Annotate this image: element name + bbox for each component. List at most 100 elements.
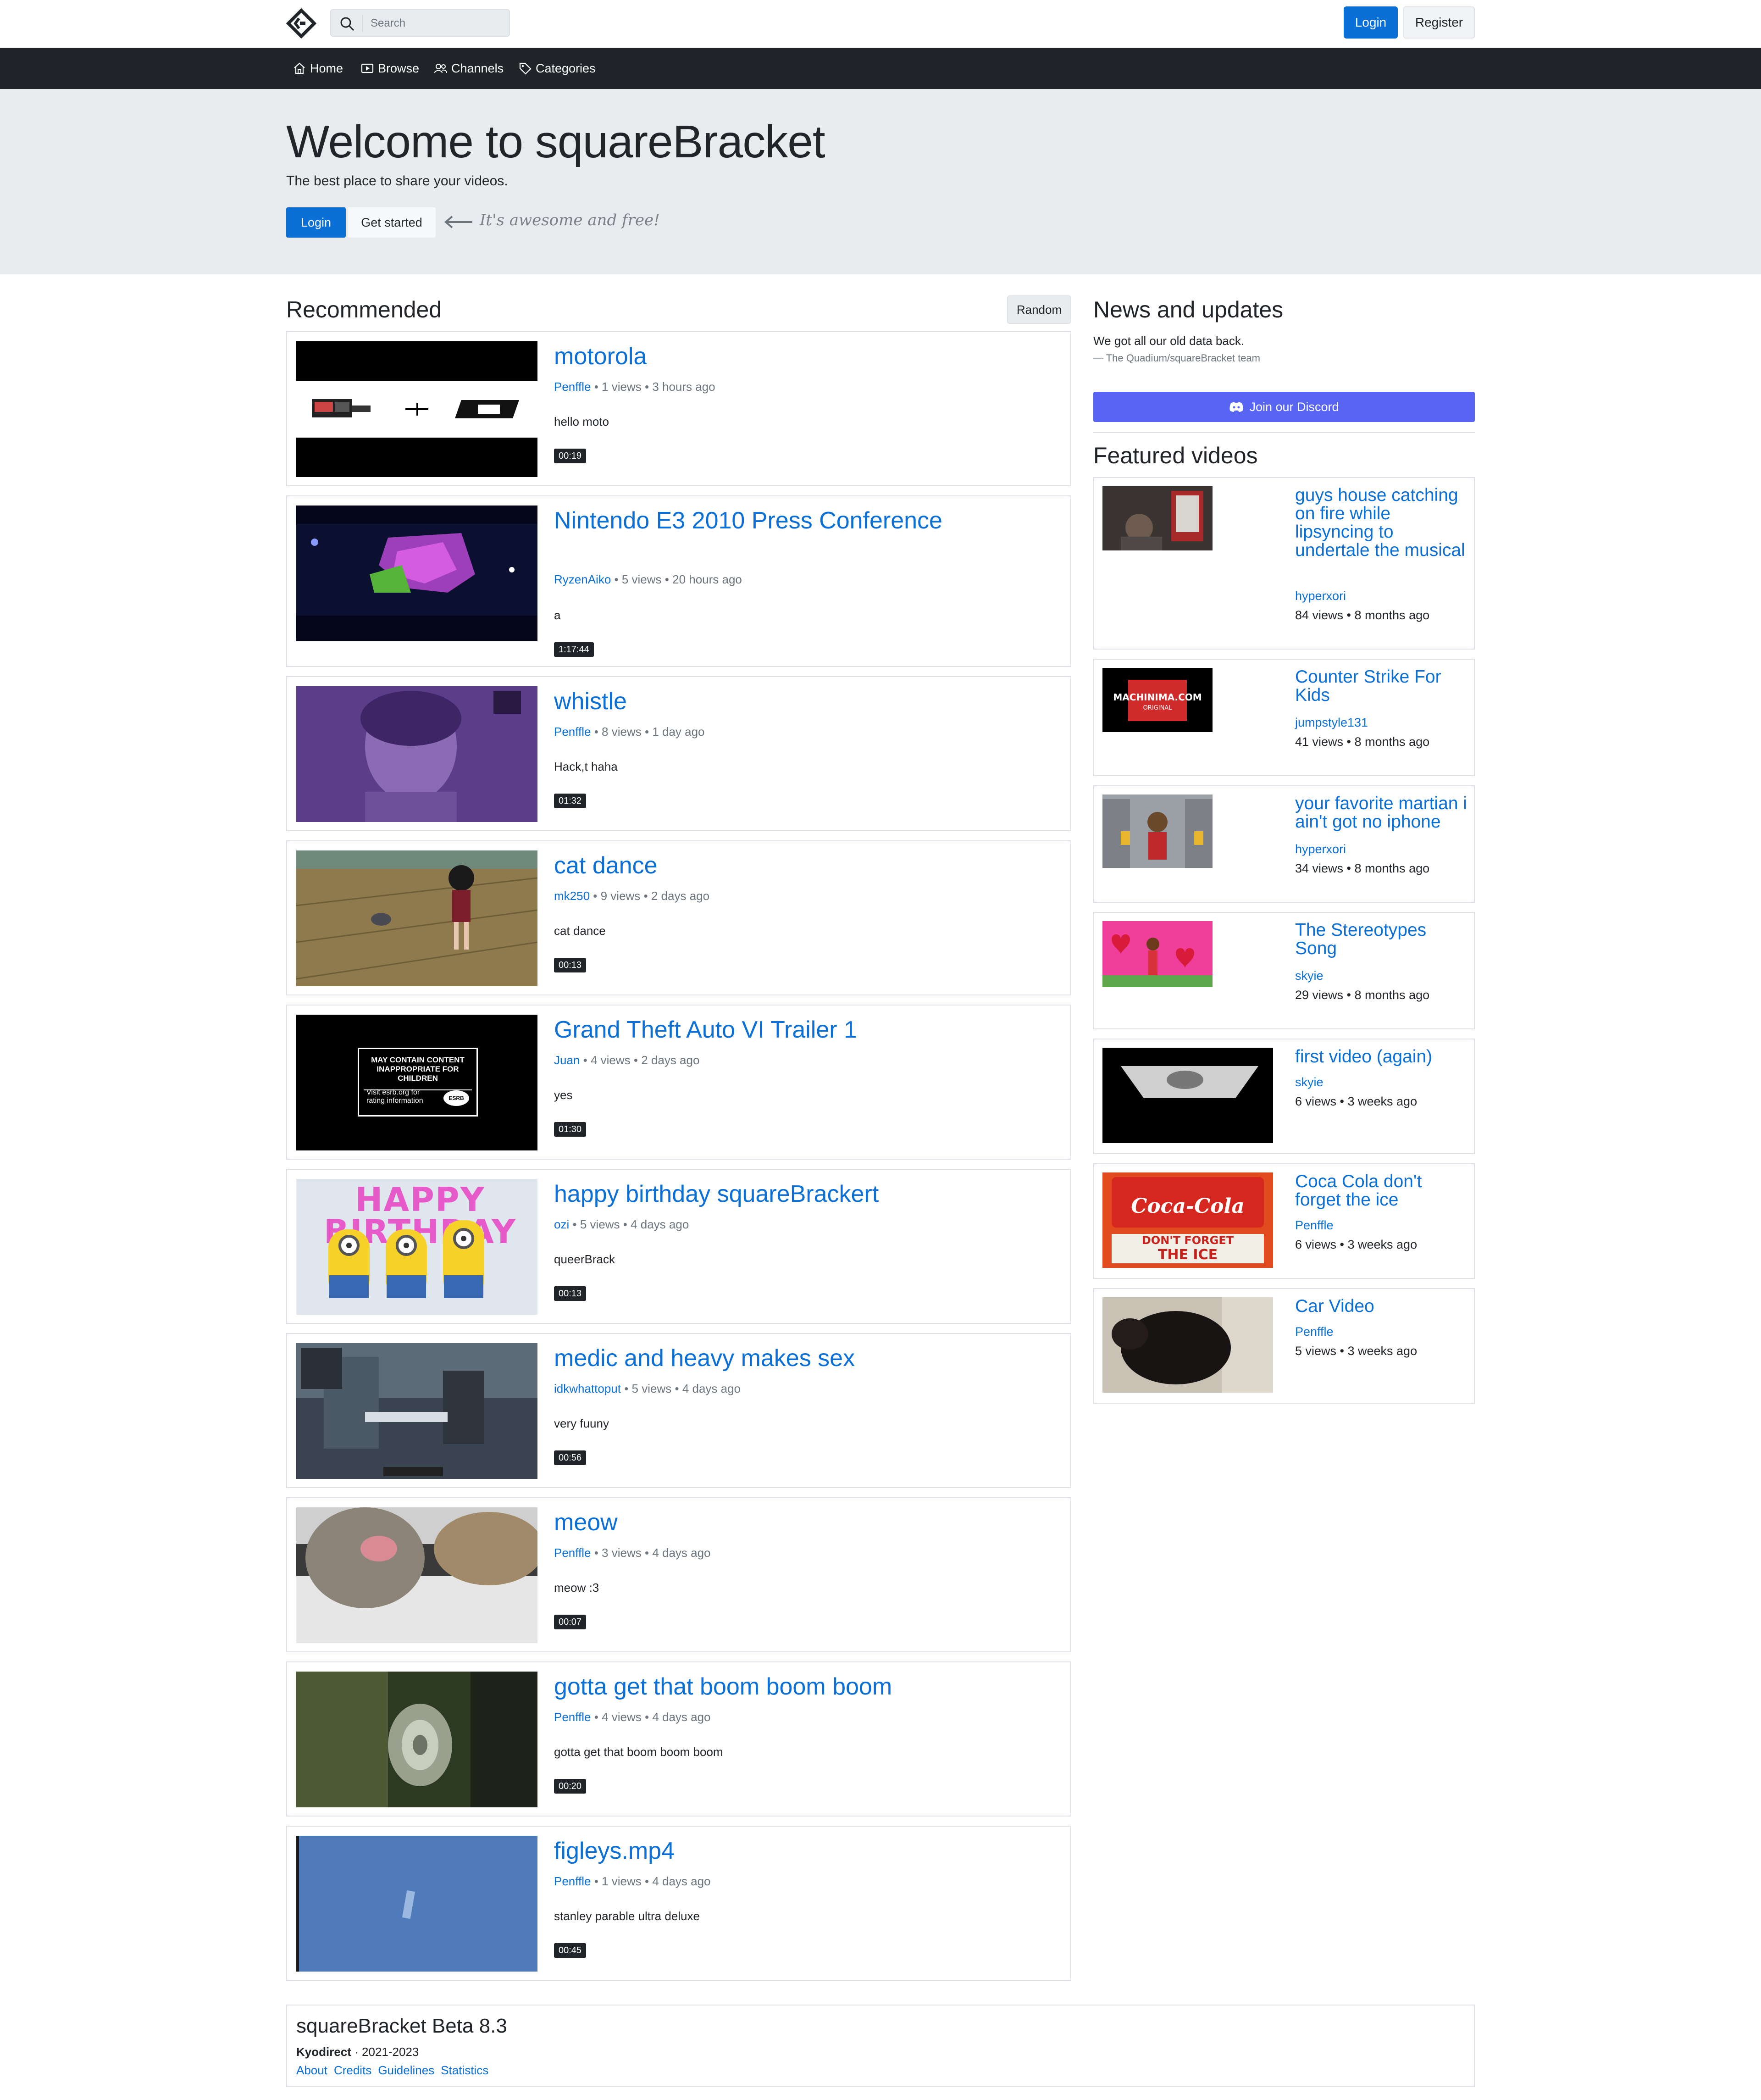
video-card[interactable]: motorola Penffle • 1 views • 3 hours ago… — [286, 331, 1071, 486]
video-author-link[interactable]: Penffle — [554, 1874, 591, 1888]
video-thumbnail[interactable] — [296, 1836, 537, 1972]
nav-browse[interactable]: Browse — [360, 48, 419, 89]
featured-thumbnail[interactable] — [1102, 1297, 1273, 1393]
video-card[interactable]: meow Penffle • 3 views • 4 days ago meow… — [286, 1497, 1071, 1652]
footer-link-statistics[interactable]: Statistics — [441, 2063, 488, 2078]
footer-link-guidelines[interactable]: Guidelines — [378, 2063, 434, 2078]
recommended-title: Recommended — [286, 297, 442, 322]
featured-author-link[interactable]: Penffle — [1295, 1218, 1334, 1233]
dont-forget-text: DON'T FORGET — [1141, 1234, 1234, 1247]
video-views: 4 views — [602, 1710, 642, 1724]
video-thumbnail[interactable] — [296, 1507, 537, 1643]
search-icon[interactable] — [339, 16, 355, 32]
video-card[interactable]: Nintendo E3 2010 Press Conference RyzenA… — [286, 495, 1071, 667]
footer-years: · 2021-2023 — [351, 2045, 419, 2059]
video-card[interactable]: whistle Penffle • 8 views • 1 day ago Ha… — [286, 676, 1071, 831]
video-thumbnail[interactable] — [296, 506, 537, 641]
video-author-link[interactable]: mk250 — [554, 889, 590, 903]
video-author-link[interactable]: Penffle — [554, 380, 591, 394]
featured-title-link[interactable]: The Stereotypes Song — [1295, 921, 1469, 958]
featured-card[interactable]: Car Video Penffle 5 views • 3 weeks ago — [1093, 1288, 1475, 1404]
video-title-link[interactable]: meow — [554, 1508, 967, 1537]
esrb-line: rating information — [366, 1097, 423, 1105]
featured-thumbnail[interactable] — [1102, 794, 1213, 868]
video-thumbnail[interactable]: MAY CONTAIN CONTENT INAPPROPRIATE FOR CH… — [296, 1015, 537, 1150]
video-thumbnail[interactable] — [296, 341, 537, 477]
register-button[interactable]: Register — [1403, 6, 1475, 39]
video-title-link[interactable]: Nintendo E3 2010 Press Conference — [554, 506, 967, 535]
video-author-link[interactable]: Penffle — [554, 1546, 591, 1560]
featured-title-link[interactable]: Coca Cola don't forget the ice — [1295, 1172, 1469, 1209]
login-button[interactable]: Login — [1344, 6, 1398, 39]
video-card[interactable]: cat dance mk250 • 9 views • 2 days ago c… — [286, 840, 1071, 995]
video-thumbnail[interactable]: HAPPY BIRTHDAY — [296, 1179, 537, 1315]
video-author-link[interactable]: idkwhattoput — [554, 1382, 621, 1395]
video-title-link[interactable]: cat dance — [554, 851, 967, 880]
featured-title-link[interactable]: Car Video — [1295, 1297, 1469, 1316]
featured-title-link[interactable]: your favorite martian i ain't got no iph… — [1295, 794, 1469, 831]
video-title-link[interactable]: Grand Theft Auto VI Trailer 1 — [554, 1016, 967, 1044]
video-card[interactable]: gotta get that boom boom boom Penffle • … — [286, 1661, 1071, 1817]
footer-link-credits[interactable]: Credits — [334, 2063, 371, 2078]
featured-title-link[interactable]: Counter Strike For Kids — [1295, 668, 1469, 705]
search-box[interactable] — [330, 9, 510, 37]
discord-button[interactable]: Join our Discord — [1093, 392, 1475, 422]
featured-author-link[interactable]: skyie — [1295, 969, 1324, 983]
nav-home[interactable]: Home — [293, 48, 343, 89]
esrb-notice: MAY CONTAIN CONTENT INAPPROPRIATE FOR CH… — [358, 1048, 478, 1117]
featured-author-link[interactable]: hyperxori — [1295, 589, 1346, 603]
nav-categories[interactable]: Categories — [518, 48, 596, 89]
featured-author-link[interactable]: Penffle — [1295, 1325, 1334, 1339]
squarebracket-logo[interactable] — [286, 8, 316, 39]
video-title-link[interactable]: motorola — [554, 342, 967, 371]
get-started-button[interactable]: Get started — [348, 207, 436, 238]
featured-thumbnail[interactable]: Coca-Cola DON'T FORGET THE ICE — [1102, 1172, 1273, 1268]
footer-author: Kyodirect — [296, 2045, 351, 2059]
video-card[interactable]: MAY CONTAIN CONTENT INAPPROPRIATE FOR CH… — [286, 1005, 1071, 1160]
featured-title-link[interactable]: first video (again) — [1295, 1048, 1469, 1066]
duration-badge: 00:07 — [554, 1615, 587, 1629]
video-card[interactable]: figleys.mp4 Penffle • 1 views • 4 days a… — [286, 1826, 1071, 1981]
tag-icon — [519, 62, 532, 75]
featured-card[interactable]: MACHINIMA.COM ORIGINAL Counter Strike Fo… — [1093, 659, 1475, 776]
featured-thumbnail[interactable]: MACHINIMA.COM ORIGINAL — [1102, 668, 1213, 732]
video-author-link[interactable]: RyzenAiko — [554, 572, 611, 586]
video-meta: idkwhattoput • 5 views • 4 days ago — [554, 1382, 741, 1395]
video-card[interactable]: HAPPY BIRTHDAY happy birthday squareBrac… — [286, 1169, 1071, 1324]
video-author-link[interactable]: Juan — [554, 1053, 580, 1067]
featured-thumbnail[interactable] — [1102, 1048, 1273, 1143]
featured-card[interactable]: guys house catching on fire while lipsyn… — [1093, 477, 1475, 650]
featured-author-link[interactable]: jumpstyle131 — [1295, 716, 1368, 730]
search-input[interactable] — [371, 14, 504, 33]
random-button[interactable]: Random — [1007, 295, 1071, 324]
featured-card[interactable]: first video (again) skyie 6 views • 3 we… — [1093, 1039, 1475, 1154]
video-thumbnail[interactable] — [296, 686, 537, 822]
video-thumbnail[interactable] — [296, 1343, 537, 1479]
nav-browse-label: Browse — [378, 61, 420, 75]
featured-thumbnail[interactable] — [1102, 486, 1213, 550]
featured-author-link[interactable]: skyie — [1295, 1075, 1324, 1089]
featured-card[interactable]: The Stereotypes Song skyie 29 views • 8 … — [1093, 912, 1475, 1029]
featured-author-link[interactable]: hyperxori — [1295, 842, 1346, 856]
featured-title-link[interactable]: guys house catching on fire while lipsyn… — [1295, 486, 1469, 560]
hero-login-button[interactable]: Login — [286, 207, 346, 238]
hero-jumbotron: Welcome to squareBracket The best place … — [0, 89, 1761, 274]
nav-channels[interactable]: Channels — [434, 48, 504, 89]
video-title-link[interactable]: happy birthday squareBrackert — [554, 1180, 967, 1208]
video-views: 5 views — [580, 1217, 620, 1231]
video-title-link[interactable]: medic and heavy makes sex — [554, 1344, 967, 1372]
video-title-link[interactable]: figleys.mp4 — [554, 1837, 967, 1865]
featured-thumbnail[interactable] — [1102, 921, 1213, 987]
video-card[interactable]: medic and heavy makes sex idkwhattoput •… — [286, 1333, 1071, 1488]
footer-link-about[interactable]: About — [296, 2063, 327, 2078]
duration-badge: 00:20 — [554, 1779, 587, 1794]
video-title-link[interactable]: whistle — [554, 687, 967, 716]
video-author-link[interactable]: Penffle — [554, 1710, 591, 1724]
video-author-link[interactable]: Penffle — [554, 725, 591, 739]
video-title-link[interactable]: gotta get that boom boom boom — [554, 1672, 967, 1701]
video-author-link[interactable]: ozi — [554, 1217, 569, 1231]
featured-card[interactable]: Coca-Cola DON'T FORGET THE ICE Coca Cola… — [1093, 1163, 1475, 1279]
video-thumbnail[interactable] — [296, 1672, 537, 1807]
video-thumbnail[interactable] — [296, 850, 537, 986]
featured-card[interactable]: your favorite martian i ain't got no iph… — [1093, 785, 1475, 903]
